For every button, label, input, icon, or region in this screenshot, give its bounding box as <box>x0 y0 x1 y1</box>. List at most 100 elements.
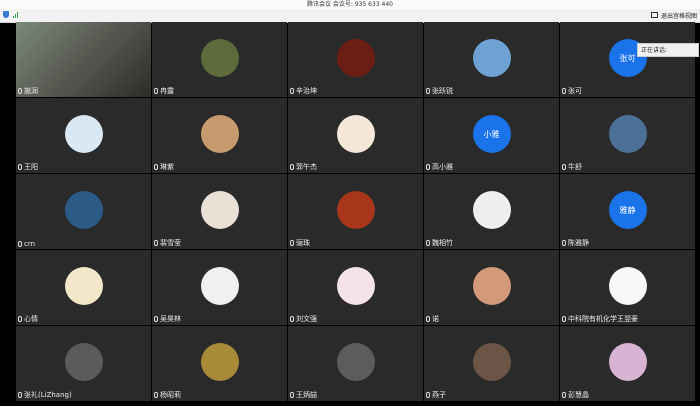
participant-tile[interactable]: 张礼(LiZhang) <box>16 326 151 401</box>
microphone-icon <box>290 240 294 246</box>
participant-tile[interactable]: 骊珠 <box>288 174 423 249</box>
participant-name-label: 骊珠 <box>296 239 310 247</box>
shield-icon[interactable] <box>3 11 9 18</box>
participant-name: 琳紫 <box>154 162 174 172</box>
participant-tile[interactable]: crn <box>16 174 151 249</box>
participant-name: 吴昊林 <box>154 314 181 324</box>
participant-name-label: 燕子 <box>432 391 446 399</box>
speaking-indicator: 正在讲话: <box>637 43 699 57</box>
participant-avatar <box>472 39 511 77</box>
participant-tile[interactable]: 张可 张可 <box>560 22 695 97</box>
participant-name-label: 琳紫 <box>160 163 174 171</box>
participant-avatar <box>472 267 511 305</box>
window-title: 腾讯会议 会议号: 935 633 440 <box>306 1 393 8</box>
participant-name-label: 张跃锐 <box>432 87 453 95</box>
participant-avatar <box>200 115 239 153</box>
participant-name: 牛舒 <box>562 162 582 172</box>
participant-avatar <box>200 343 239 381</box>
participant-tile[interactable]: 杨昭莉 <box>152 326 287 401</box>
participant-name-label: 张可 <box>568 87 582 95</box>
participant-avatar: 小雅 <box>472 115 511 153</box>
participant-name: 高小雅 <box>426 162 453 172</box>
participant-avatar <box>472 191 511 229</box>
participant-name: 辛治坤 <box>290 86 317 96</box>
participant-tile[interactable]: 张跃锐 <box>424 22 559 97</box>
participant-tile[interactable]: 牛舒 <box>560 98 695 173</box>
participant-avatar <box>64 115 103 153</box>
participant-tile[interactable]: 彭慧晶 <box>560 326 695 401</box>
participant-tile[interactable]: 心情 <box>16 250 151 325</box>
participant-tile[interactable]: 王阳 <box>16 98 151 173</box>
microphone-icon <box>426 240 430 246</box>
microphone-icon <box>290 392 294 398</box>
participant-tile[interactable]: 诺 <box>424 250 559 325</box>
participant-avatar <box>336 115 375 153</box>
participant-name: 施润 <box>18 86 38 96</box>
participant-tile[interactable]: 郭午杰 <box>288 98 423 173</box>
participant-tile[interactable]: 施润 <box>16 22 151 97</box>
microphone-icon <box>18 392 22 398</box>
participant-name: 张礼(LiZhang) <box>18 390 72 400</box>
participant-name-label: 郭午杰 <box>296 163 317 171</box>
microphone-icon <box>154 392 158 398</box>
participant-name: 张可 <box>562 86 582 96</box>
meeting-toolbar: 退出宫格视图 <box>0 9 700 23</box>
participant-name-label: 吴昊林 <box>160 315 181 323</box>
participant-tile[interactable]: 琳紫 <box>152 98 287 173</box>
participant-name-label: 冉露 <box>160 87 174 95</box>
microphone-icon <box>18 241 22 247</box>
toolbar-left <box>3 11 18 18</box>
participant-name-label: 辛治坤 <box>296 87 317 95</box>
participant-grid: 施润 冉露 辛治坤 张跃锐 张可 张可 王阳 琳紫 郭午杰 小雅 高小雅 牛舒 crn 裴雪莹 骊珠 魏相竹雅… <box>16 22 698 406</box>
participant-name-label: 诺 <box>432 315 439 323</box>
participant-name-label: crn <box>24 240 36 248</box>
participant-name: 陈雅静 <box>562 238 589 248</box>
signal-strength-icon[interactable] <box>13 11 18 18</box>
participant-name-label: 彭慧晶 <box>568 391 589 399</box>
participant-tile[interactable]: 魏相竹 <box>424 174 559 249</box>
participant-name: 王炳喆 <box>290 390 317 400</box>
participant-name-label: 王炳喆 <box>296 391 317 399</box>
microphone-icon <box>154 88 158 94</box>
microphone-icon <box>562 164 566 170</box>
participant-avatar <box>608 115 647 153</box>
participant-name: 杨昭莉 <box>154 390 181 400</box>
participant-tile[interactable]: 中科院有机化学王翌豪 <box>560 250 695 325</box>
participant-avatar <box>608 343 647 381</box>
participant-tile[interactable]: 冉露 <box>152 22 287 97</box>
participant-name-label: 王阳 <box>24 163 38 171</box>
participant-avatar <box>64 343 103 381</box>
microphone-icon <box>290 164 294 170</box>
participant-name: 魏相竹 <box>426 238 453 248</box>
participant-name-label: 刘文强 <box>296 315 317 323</box>
exit-gallery-view-label: 退出宫格视图 <box>660 12 697 20</box>
participant-tile[interactable]: 小雅高小雅 <box>424 98 559 173</box>
microphone-icon <box>290 316 294 322</box>
participant-name: 刘文强 <box>290 314 317 324</box>
participant-tile[interactable]: 辛治坤 <box>288 22 423 97</box>
participant-avatar: 雅静 <box>608 191 647 229</box>
exit-gallery-view-button[interactable]: 退出宫格视图 <box>650 10 697 20</box>
participant-name-label: 陈雅静 <box>568 239 589 247</box>
participant-name: 骊珠 <box>290 238 310 248</box>
microphone-icon <box>562 88 566 94</box>
microphone-icon <box>154 164 158 170</box>
participant-tile[interactable]: 王炳喆 <box>288 326 423 401</box>
participant-tile[interactable]: 刘文强 <box>288 250 423 325</box>
participant-name: 冉露 <box>154 86 174 96</box>
participant-tile[interactable]: 燕子 <box>424 326 559 401</box>
participant-avatar <box>336 39 375 77</box>
participant-tile[interactable]: 吴昊林 <box>152 250 287 325</box>
participant-tile[interactable]: 裴雪莹 <box>152 174 287 249</box>
participant-avatar <box>64 191 103 229</box>
microphone-icon <box>562 240 566 246</box>
participant-avatar <box>336 191 375 229</box>
participant-name: 心情 <box>18 314 38 324</box>
participant-avatar <box>336 343 375 381</box>
participant-name: 张跃锐 <box>426 86 453 96</box>
microphone-icon <box>426 392 430 398</box>
participant-name: 彭慧晶 <box>562 390 589 400</box>
participant-avatar <box>336 267 375 305</box>
participant-name-label: 心情 <box>24 315 38 323</box>
participant-tile[interactable]: 雅静陈雅静 <box>560 174 695 249</box>
